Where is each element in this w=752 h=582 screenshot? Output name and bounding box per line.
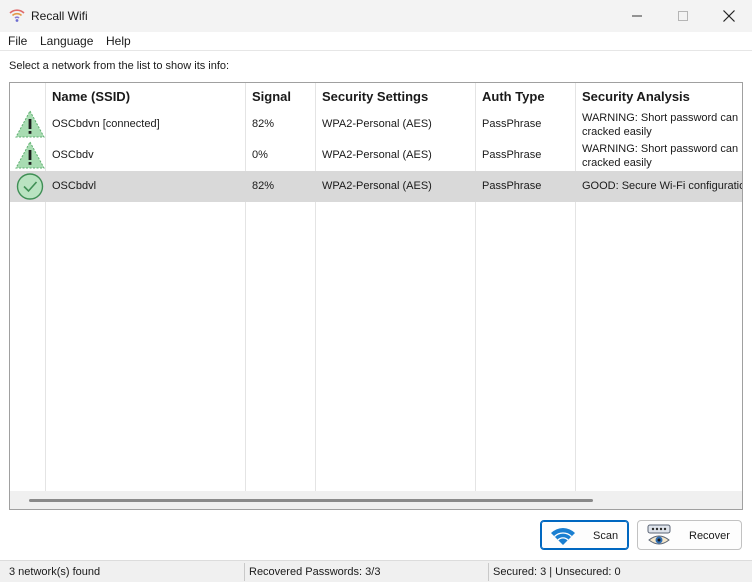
status-bar: 3 network(s) found Recovered Passwords: …	[0, 560, 752, 582]
network-security: WPA2-Personal (AES)	[322, 180, 432, 192]
status-divider	[488, 563, 489, 581]
analysis-line: cracked easily	[582, 157, 652, 169]
horizontal-scrollbar[interactable]	[10, 491, 742, 509]
warning-triangle-icon	[14, 109, 46, 140]
column-header-security-analysis[interactable]: Security Analysis	[582, 89, 690, 104]
network-auth: PassPhrase	[482, 118, 542, 130]
column-header-name[interactable]: Name (SSID)	[52, 89, 130, 104]
network-signal: 82%	[252, 118, 275, 130]
status-recovered: Recovered Passwords: 3/3	[249, 566, 381, 578]
table-row-selected[interactable]: OSCbdvl 82% WPA2-Personal (AES) PassPhra…	[10, 171, 742, 202]
wifi-scan-icon	[550, 526, 576, 549]
menu-language[interactable]: Language	[40, 34, 93, 48]
network-analysis: GOOD: Secure Wi-Fi configuratio	[582, 180, 742, 192]
network-name: OSCbdvn [connected]	[52, 118, 160, 130]
instruction-text: Select a network from the list to show i…	[9, 60, 230, 72]
network-security: WPA2-Personal (AES)	[322, 118, 432, 130]
table-row[interactable]: OSCbdvn [connected] 82% WPA2-Personal (A…	[10, 109, 742, 140]
window-title: Recall Wifi	[31, 9, 88, 23]
column-header-signal[interactable]: Signal	[252, 89, 291, 104]
network-analysis: WARNING: Short password can cracked easi…	[582, 111, 742, 139]
title-bar: Recall Wifi	[0, 0, 752, 32]
status-secured: Secured: 3 | Unsecured: 0	[493, 566, 621, 578]
recover-button-label: Recover	[689, 530, 730, 542]
column-header-auth-type[interactable]: Auth Type	[482, 89, 545, 104]
status-divider	[244, 563, 245, 581]
status-networks-found: 3 network(s) found	[9, 566, 101, 578]
maximize-icon	[678, 11, 688, 21]
network-list[interactable]: Name (SSID) Signal Security Settings Aut…	[9, 82, 743, 510]
network-auth: PassPhrase	[482, 180, 542, 192]
analysis-line: cracked easily	[582, 126, 652, 138]
network-signal: 82%	[252, 180, 275, 192]
recover-button[interactable]: Recover	[637, 520, 742, 550]
scan-button[interactable]: Scan	[540, 520, 629, 550]
table-header: Name (SSID) Signal Security Settings Aut…	[10, 83, 742, 109]
warning-triangle-icon	[14, 140, 46, 171]
scan-button-label: Scan	[593, 530, 619, 542]
wifi-signal-icon	[9, 7, 25, 23]
network-analysis: WARNING: Short password can cracked easi…	[582, 142, 742, 170]
table-row[interactable]: OSCbdv 0% WPA2-Personal (AES) PassPhrase…	[10, 140, 742, 171]
minimize-button[interactable]	[614, 0, 660, 32]
column-header-security-settings[interactable]: Security Settings	[322, 89, 428, 104]
network-auth: PassPhrase	[482, 149, 542, 161]
menu-file[interactable]: File	[8, 34, 27, 48]
analysis-line: WARNING: Short password can	[582, 143, 739, 155]
recover-eye-icon	[646, 524, 674, 551]
network-signal: 0%	[252, 149, 268, 161]
maximize-button[interactable]	[660, 0, 706, 32]
network-security: WPA2-Personal (AES)	[322, 149, 432, 161]
close-button[interactable]	[706, 0, 752, 32]
close-icon	[723, 10, 735, 22]
menu-help[interactable]: Help	[106, 34, 131, 48]
network-name: OSCbdvl	[52, 180, 97, 192]
analysis-line: WARNING: Short password can	[582, 112, 739, 124]
scrollbar-thumb[interactable]	[29, 499, 593, 502]
check-circle-icon	[14, 171, 46, 202]
network-name: OSCbdv	[52, 149, 94, 161]
menu-bar: File Language Help	[0, 32, 752, 51]
minimize-icon	[632, 11, 642, 21]
